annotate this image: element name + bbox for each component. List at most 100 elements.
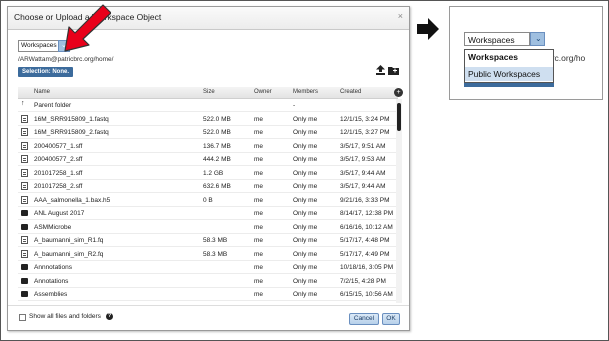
table-row[interactable]: Assemblies me Only me 6/15/15, 10:56 AM (18, 288, 398, 301)
cell-created: 12/1/15, 3:27 PM (340, 129, 390, 136)
cell-members: - (293, 102, 296, 109)
column-owner[interactable]: Owner (254, 89, 272, 95)
table-row[interactable]: ANL August 2017 me Only me 8/14/17, 12:38 P… (18, 207, 398, 220)
cell-name: 201017258_1.sff (34, 169, 83, 177)
cell-owner: me (254, 115, 264, 123)
folder-icon (21, 210, 28, 216)
cell-size: 522.0 MB (203, 129, 231, 136)
cell-members: Only me (293, 237, 318, 244)
zoom-panel: Workspaces ⌄ orc.org/ho Workspaces Publi… (449, 6, 603, 100)
chevron-down-icon: ⌄ (535, 34, 542, 43)
option-workspaces[interactable]: Workspaces (468, 52, 518, 62)
cell-created: 6/16/16, 10:12 AM (340, 223, 393, 231)
file-icon (21, 236, 28, 244)
dialog-footer: Show all files and folders ? Cancel OK (8, 305, 409, 331)
file-icon (21, 168, 28, 177)
red-arrow-annotation (64, 4, 111, 52)
table-row[interactable]: Annotations me Only me 7/2/15, 4:28 PM (18, 275, 398, 288)
zoom-workspace-select[interactable]: Workspaces (464, 32, 530, 46)
table-row[interactable]: 16M_SRR915809_2.fastq 522.0 MB me Only me 12… (18, 126, 398, 139)
cell-name: A_baumanni_sim_R1.fq (34, 237, 104, 244)
table-row[interactable]: Annnotations me Only me 10/18/16, 3:05 PM (18, 261, 398, 274)
cell-name: 200400577_1.sff (34, 142, 83, 150)
cell-created: 10/18/16, 3:05 PM (340, 264, 394, 271)
table-row[interactable]: 201017258_1.sff 1.2 GB me Only me 3/5/17, 9:… (18, 167, 398, 180)
cell-owner: me (254, 169, 264, 177)
cell-members: Only me (293, 264, 318, 271)
cell-created: 3/5/17, 9:51 AM (340, 142, 386, 150)
parent-folder-icon: ↑ (21, 100, 25, 107)
cell-name: A_baumanni_sim_R2.fq (34, 250, 104, 258)
column-created[interactable]: Created (340, 89, 361, 95)
cell-name: Annnotations (34, 264, 72, 271)
cell-size: 58.3 MB (203, 237, 228, 244)
cell-name: Annotations (34, 277, 69, 285)
table-row[interactable]: 200400577_1.sff 136.7 MB me Only me 3/5/17, … (18, 140, 398, 153)
zoom-select-toggle[interactable]: ⌄ (530, 32, 545, 46)
cell-size: 0 B (203, 196, 213, 204)
cell-size: 632.6 MB (203, 183, 231, 190)
column-size[interactable]: Size (203, 89, 215, 95)
cell-members: Only me (293, 169, 318, 177)
cell-size: 1.2 GB (203, 169, 224, 177)
file-icon (21, 182, 28, 190)
table-row[interactable]: A_baumanni_sim_R1.fq 58.3 MB me Only me 5/17… (18, 234, 398, 247)
cell-owner: me (254, 291, 264, 298)
ok-button[interactable]: OK (382, 313, 400, 325)
cell-name: 200400577_2.sff (34, 156, 83, 163)
folder-icon (21, 291, 28, 297)
cell-size: 136.7 MB (203, 142, 231, 150)
cell-owner: me (254, 264, 264, 271)
cell-created: 3/5/17, 9:44 AM (340, 183, 386, 190)
cell-size: 444.2 MB (203, 156, 231, 163)
cell-owner: me (254, 223, 264, 231)
cell-created: 5/17/17, 4:48 PM (340, 237, 390, 244)
table-row[interactable]: 16M_SRR915809_1.fastq 522.0 MB me Only me 12… (18, 113, 398, 126)
upload-icon[interactable] (376, 65, 385, 75)
cell-owner: me (254, 210, 264, 217)
cell-members: Only me (293, 156, 318, 163)
folder-icon (21, 264, 28, 270)
cell-created: 12/1/15, 3:24 PM (340, 115, 390, 123)
cell-owner: me (254, 156, 264, 163)
column-toggle-icon[interactable]: + (394, 88, 403, 97)
table-row[interactable]: A_baumanni_sim_R2.fq 58.3 MB me Only me 5/17… (18, 248, 398, 261)
cell-size: 58.3 MB (203, 250, 228, 258)
cell-owner: me (254, 250, 264, 258)
table-row[interactable]: ASMMicrobe me Only me 6/16/16, 10:12 AM (18, 221, 398, 234)
show-all-label: Show all files and folders (29, 313, 101, 320)
cell-members: Only me (293, 210, 318, 217)
cell-name: 16M_SRR915809_2.fastq (34, 129, 109, 136)
zoom-select-value: Workspaces (468, 35, 515, 45)
table-row[interactable]: AAA_salmonella_1.bax.h5 0 B me Only me 9/21/… (18, 194, 398, 207)
file-icon (21, 114, 28, 123)
cell-created: 9/21/16, 3:33 PM (340, 196, 390, 204)
file-icon (21, 141, 28, 150)
cancel-button[interactable]: Cancel (349, 313, 379, 325)
table-row[interactable]: 201017258_2.sff 632.6 MB me Only me 3/5/17, … (18, 180, 398, 193)
new-folder-icon[interactable] (388, 65, 399, 75)
close-icon[interactable]: × (398, 11, 403, 21)
table-row[interactable]: 200400577_2.sff 444.2 MB me Only me 3/5/17, … (18, 153, 398, 166)
cell-owner: me (254, 183, 264, 190)
choose-upload-dialog: Choose or Upload a Workspace Object × Wo… (7, 6, 410, 331)
selection-badge: Selection: None. (18, 67, 74, 77)
option-public-workspaces-label: Public Workspaces (468, 69, 541, 79)
column-name[interactable]: Name (34, 89, 50, 95)
option-public-workspaces[interactable]: Public Workspaces (465, 67, 553, 81)
cell-owner: me (254, 129, 264, 136)
workspace-dropdown-menu: Workspaces Public Workspaces (464, 49, 554, 83)
folder-icon (21, 277, 28, 284)
cell-members: Only me (293, 129, 318, 136)
cell-members: Only me (293, 223, 318, 231)
cell-owner: me (254, 237, 264, 244)
scrollbar-thumb[interactable] (397, 103, 401, 131)
help-icon[interactable]: ? (106, 313, 113, 320)
show-all-checkbox[interactable] (19, 314, 26, 321)
column-members[interactable]: Members (293, 89, 318, 95)
file-icon (21, 155, 28, 163)
table-row[interactable]: ↑ Parent folder - (18, 99, 398, 112)
cell-created: 8/14/17, 12:38 PM (340, 210, 394, 217)
cell-name: ANL August 2017 (34, 210, 85, 217)
cell-owner: me (254, 196, 264, 204)
